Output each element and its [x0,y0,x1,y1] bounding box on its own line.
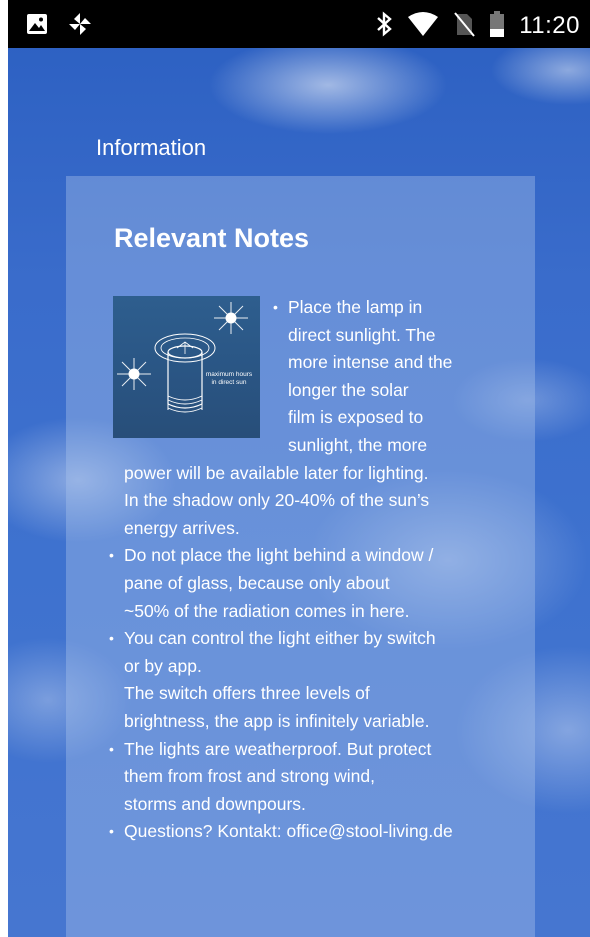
notes-panel: Relevant Notes maximum hours in direct s… [66,176,535,937]
note-line: power will be available later for lighti… [124,462,429,483]
battery-icon [489,10,505,42]
bullet-dot: • [109,547,114,564]
note-line: sunlight, the more [288,435,428,455]
note-line: energy arrives. [124,517,240,538]
note-line: longer the solar [288,379,409,400]
note-line: ~50% of the radiation comes in here. [124,600,410,621]
no-sim-icon [453,11,475,41]
note-line: Do not place the light behind a window / [124,545,434,566]
note-line: more intense and the [288,352,453,373]
image-icon [26,13,48,39]
bluetooth-icon [375,11,393,41]
note-line: In the shadow only 20-40% of the sun’s [124,490,430,511]
wifi-icon [407,11,439,41]
bullet-dot: • [109,823,114,840]
note-line: pane of glass, because only about [124,573,390,593]
note-line: them from frost and strong wind, [124,766,375,787]
image-label-line1: maximum hours [206,371,253,378]
status-bar: 11:20 [8,0,590,48]
note-line: The switch offers three levels of [124,683,370,704]
bullet-dot: • [109,630,114,647]
note-line: or by app. [124,655,202,676]
bullet-dot: • [109,740,114,757]
note-line: brightness, the app is infinitely variab… [124,711,430,731]
panel-heading: Relevant Notes [114,223,310,253]
note-line: You can control the light either by swit… [124,628,436,649]
page-title: Information [96,135,207,160]
note-line: film is exposed to [288,407,424,428]
status-time: 11:20 [519,12,580,39]
note-line: direct sunlight. The [288,324,436,345]
image-label-line2: in direct sun [211,379,246,386]
note-line: Place the lamp in [288,297,423,317]
app-screen: 11:20 Information Relevant Notes maximum… [8,0,590,937]
solar-lamp-image: maximum hours in direct sun [113,296,260,438]
note-line: Questions? Kontakt: office@stool-living.… [124,821,453,842]
note-line: storms and downpours. [124,793,306,814]
pinwheel-icon [68,12,92,40]
note-line: The lights are weatherproof. But protect [124,738,432,759]
bullet-dot: • [273,299,278,315]
